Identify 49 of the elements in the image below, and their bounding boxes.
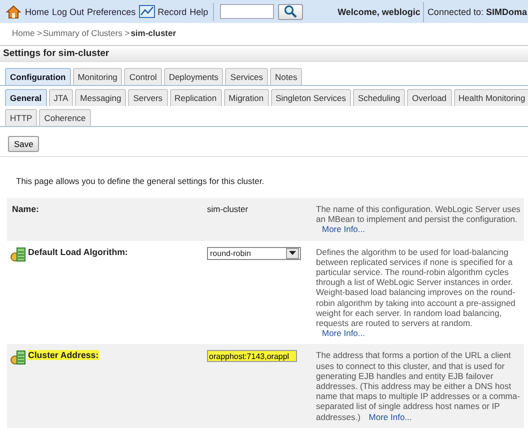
breadcrumb-link[interactable]: Home > [12, 28, 42, 40]
tab[interactable]: Messaging [75, 89, 126, 106]
welcome-text: Welcome, weblogic [338, 6, 420, 16]
tab[interactable]: Replication [170, 89, 222, 106]
nav-link[interactable]: Help [190, 6, 208, 16]
tab[interactable]: Health Monitoring [454, 89, 528, 106]
more-info-link[interactable]: More Info... [368, 412, 412, 422]
caret-icon [289, 251, 296, 256]
breadcrumb-link[interactable]: Summary of Clusters > [43, 28, 130, 40]
tab[interactable]: Scheduling [352, 89, 406, 106]
tab[interactable]: Notes [270, 68, 302, 85]
setting-label: Name: [12, 204, 39, 214]
dropdown[interactable]: round-robin [207, 246, 301, 260]
tab[interactable]: Services [225, 68, 268, 85]
tab[interactable]: HTTP [5, 109, 38, 126]
more-info-link[interactable]: More Info... [322, 328, 365, 338]
search-button[interactable] [278, 4, 304, 20]
tab[interactable]: Singleton Services [270, 89, 351, 106]
tab[interactable]: Migration [224, 89, 269, 106]
tab[interactable]: Deployments [164, 68, 224, 85]
search-field[interactable] [220, 4, 274, 19]
search-icon [284, 5, 298, 18]
nav-link[interactable]: Preferences [87, 6, 136, 16]
tab[interactable]: JTA [48, 89, 74, 106]
setting-label: Default Load Algorithm: [28, 246, 128, 257]
tab[interactable]: Monitoring [72, 68, 122, 85]
tab[interactable]: Servers [128, 89, 168, 106]
tab[interactable]: General [5, 89, 47, 106]
tab[interactable]: Configuration [5, 68, 71, 85]
chart-icon [138, 4, 155, 19]
tab[interactable]: Control [124, 68, 162, 85]
intro-text: This page allows you to define the general settings for this cluster. [15, 175, 266, 188]
setting-value: sim-cluster [207, 204, 248, 214]
setting-description: Defines the algorithm to be used for load-balancing between replicated services if none is specified for a particular service. The round-robin algorithm cycles through a list of WebLogic Server instances in order. Weight-based load balancing improves on the round-robin algorithm by taking into account a pre-assigned weight for each server. In random load balancing, requests are routed to servers at random. More Info... [316, 246, 516, 338]
setting-description: The address that forms a portion of the URL a client uses to connect to this cluster, and that is used for generating EJB handles and entity EJB failover addresses. (This address may be either a DNS host name that maps to multiple IP addresses or a comma-separated list of single address host names or IP addresses.) More Info... [316, 350, 521, 422]
tab[interactable]: Coherence [39, 109, 91, 126]
save-button[interactable]: Save [8, 136, 40, 152]
home-icon [6, 4, 22, 19]
input-field[interactable]: orapphost:7143,orappl [207, 350, 297, 362]
nav-link[interactable]: Home [25, 6, 50, 16]
more-info-link[interactable]: More Info... [322, 224, 365, 234]
breadcrumb-current: sim-cluster [130, 28, 176, 40]
connection-text: Connected to: SIMDoma [427, 6, 528, 16]
nav-link[interactable]: Record [158, 6, 187, 16]
page-title: Settings for sim-cluster [0, 45, 528, 62]
nav-link[interactable]: Log Out [52, 6, 84, 16]
tab[interactable]: Overload [407, 89, 452, 106]
setting-description: The name of this configuration. WebLogic Server uses an MBean to implement and persist the configuration. More Info... [316, 204, 521, 235]
setting-label: Cluster Address: [28, 350, 99, 360]
